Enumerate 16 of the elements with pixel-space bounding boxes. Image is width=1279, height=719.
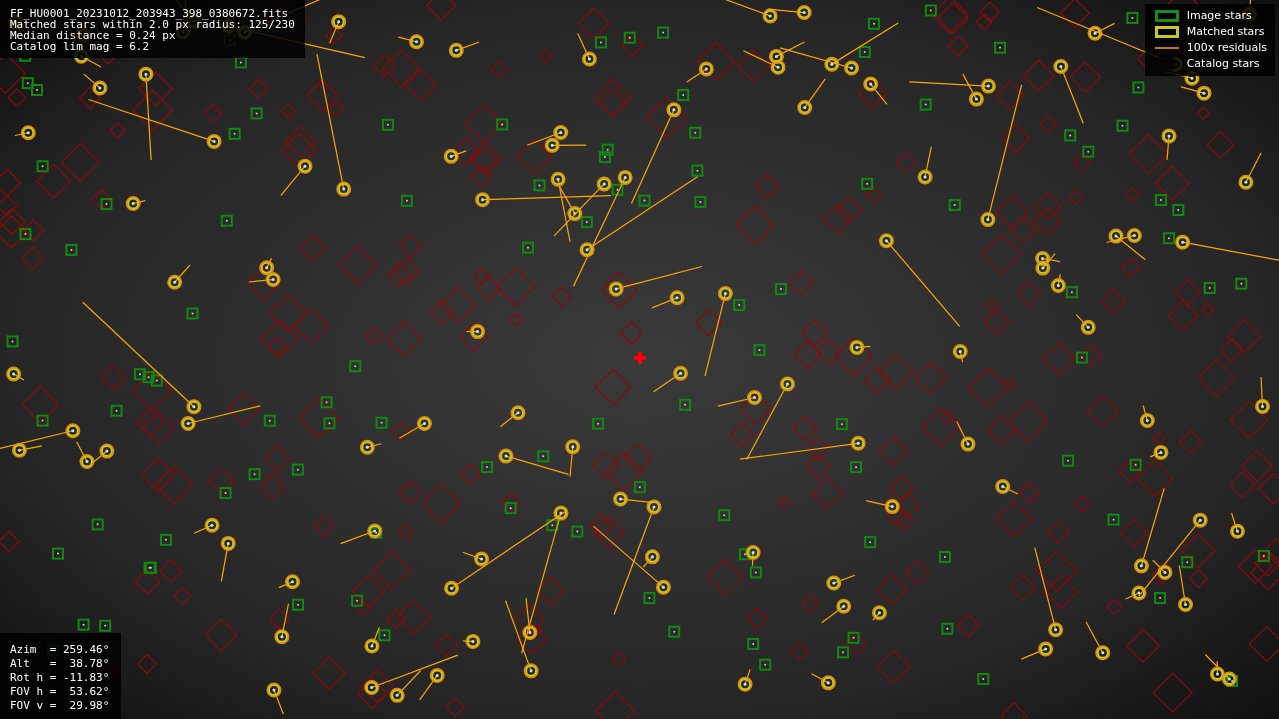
info-line: Matched stars within 2.0 px radius: 125/230 bbox=[10, 19, 295, 30]
legend-square-icon bbox=[1154, 10, 1179, 22]
info-line: Azim = 259.46° bbox=[10, 643, 110, 657]
info-line: FOV h = 53.62° bbox=[10, 685, 110, 699]
legend-label: Matched stars bbox=[1186, 24, 1265, 40]
legend-label: 100x residuals bbox=[1186, 40, 1267, 56]
legend-square-icon bbox=[1154, 26, 1179, 38]
info-line: FOV v = 29.98° bbox=[10, 699, 110, 713]
center-cross-icon bbox=[634, 352, 646, 364]
legend-label: Catalog stars bbox=[1186, 56, 1260, 72]
info-line: FF_HU0001_20231012_203943_398_0380672.fits bbox=[10, 8, 290, 19]
info-line: Alt = 38.78° bbox=[10, 657, 110, 671]
legend-label: Image stars bbox=[1186, 8, 1252, 24]
info-line: Rot h = -11.83° bbox=[10, 671, 110, 685]
info-line: Catalog lim mag = 6.2 bbox=[10, 41, 151, 52]
info-line: Median distance = 0.24 px bbox=[10, 30, 176, 41]
